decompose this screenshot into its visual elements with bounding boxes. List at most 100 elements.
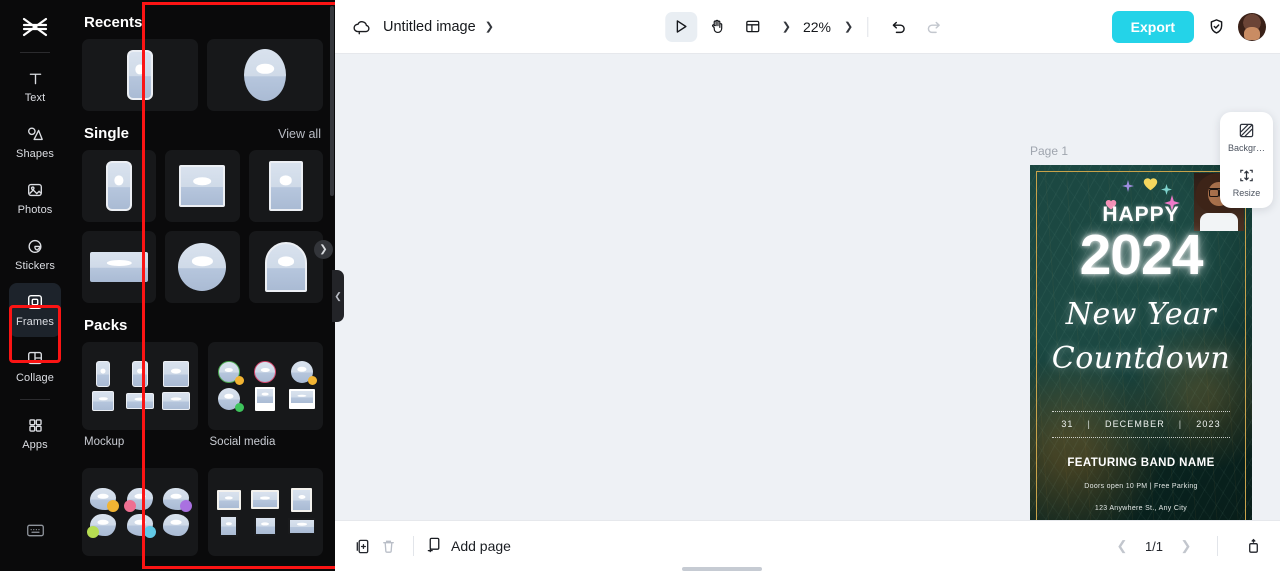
add-page-button[interactable]: Add page [426, 536, 511, 556]
sidebar-item-label: Stickers [15, 260, 55, 272]
sidebar-item-label: Shapes [16, 148, 54, 160]
frame-thumb-phone[interactable] [82, 39, 198, 111]
panel-scrollbar[interactable] [330, 6, 334, 196]
poster-date-month: DECEMBER [1104, 419, 1165, 429]
packs-grid: Mockup Social media [82, 342, 323, 556]
topbar-right: Export [1111, 10, 1266, 43]
page-navigation: ❮ 1/1 ❯ [1113, 533, 1266, 559]
zoom-chevron-down-icon[interactable]: ❯ [844, 20, 853, 33]
section-title: Single [84, 125, 130, 142]
pack-thumb-photo-frames[interactable] [207, 468, 323, 556]
frame-thumb-square[interactable] [165, 150, 240, 222]
pack-thumb-mockup[interactable] [82, 342, 198, 430]
sidebar-item-label: Frames [16, 316, 54, 328]
poster-address-text: 123 Anywhere St., Any City [1094, 505, 1188, 512]
single-section-header: Single View all [82, 111, 323, 150]
toolbar-divider [867, 16, 869, 37]
keyboard-icon [24, 519, 46, 541]
sidebar-item-frames[interactable]: Frames [9, 283, 61, 337]
frame-thumb-oval[interactable] [207, 39, 323, 111]
poster-date-day: 31 [1061, 419, 1074, 429]
sidebar-divider-bottom [20, 399, 50, 400]
bottombar-divider [413, 536, 414, 556]
collage-icon [24, 347, 46, 369]
chevron-right-icon[interactable]: ❯ [314, 240, 333, 259]
sidebar-item-label: Text [24, 92, 46, 104]
sidebar-item-label: Apps [22, 439, 48, 451]
sidebar-item-photos[interactable]: Photos [9, 171, 61, 225]
frame-thumb-tall[interactable] [248, 150, 323, 222]
avatar[interactable] [1238, 12, 1266, 41]
heart-yellow-icon [1143, 177, 1158, 196]
cloud-save-icon[interactable] [349, 14, 375, 40]
add-page-icon [426, 536, 443, 556]
page-label-row: Page 1 [1030, 142, 1252, 159]
collapse-panel-icon[interactable] [1240, 533, 1266, 559]
right-tool-panel: Backgr… Resize [1220, 112, 1273, 208]
sidebar-item-shapes[interactable]: Shapes [9, 115, 61, 169]
layout-tool-button[interactable] [737, 12, 769, 42]
stickers-icon [24, 235, 46, 257]
prev-page-button[interactable]: ❮ [1113, 538, 1131, 554]
shapes-icon [24, 123, 46, 145]
duplicate-icon[interactable] [349, 533, 375, 559]
apps-icon [24, 414, 46, 436]
pack-thumb-social-media[interactable] [207, 342, 323, 430]
frame-thumb-wide[interactable] [82, 231, 157, 303]
resize-icon [1238, 166, 1256, 184]
hand-tool-button[interactable] [701, 12, 733, 42]
sidebar-item-label: Photos [17, 204, 53, 216]
single-grid [82, 150, 323, 303]
next-page-button[interactable]: ❯ [1177, 538, 1195, 554]
main-area: Untitled image ❯ ❯ 22% ❯ Export Page 1 H… [335, 0, 1280, 571]
shield-check-icon[interactable] [1200, 12, 1232, 42]
sidebar-item-collage[interactable]: Collage [9, 339, 61, 393]
star-purple-icon [1122, 179, 1134, 197]
frame-thumb-circle[interactable] [165, 231, 240, 303]
page-indicator: 1/1 [1144, 538, 1164, 554]
sidebar-item-keyboard[interactable] [9, 503, 61, 557]
chevron-left-icon: ❮ [334, 290, 342, 301]
poster-band-text: FEATURING BAND NAME [1067, 457, 1215, 469]
trash-icon[interactable] [375, 533, 401, 559]
chevron-down-icon[interactable]: ❯ [485, 20, 494, 33]
top-toolbar: Untitled image ❯ ❯ 22% ❯ Export [335, 0, 1280, 54]
recents-grid [82, 39, 323, 111]
capcut-logo-icon[interactable] [15, 10, 55, 44]
document-title[interactable]: Untitled image [383, 19, 476, 35]
layout-chevron-down-icon[interactable]: ❯ [782, 20, 791, 33]
sidebar-item-apps[interactable]: Apps [9, 406, 61, 460]
section-title: Packs [84, 317, 128, 334]
poster-date-year: 2023 [1196, 419, 1221, 429]
export-button[interactable]: Export [1111, 10, 1194, 43]
poster-rule-top [1052, 411, 1230, 412]
poster-canvas[interactable]: HAPPY 2024 New Year Countdown 31 | DECEM… [1030, 165, 1252, 563]
redo-button[interactable] [918, 12, 950, 42]
packs-section-header: Packs [82, 303, 323, 342]
frame-thumb-arch[interactable] [248, 231, 323, 303]
horizontal-scrollbar[interactable] [682, 567, 762, 571]
select-tool-button[interactable] [664, 11, 697, 42]
poster-date-sep-2: | [1178, 419, 1183, 429]
poster-year-text: 2024 [1079, 223, 1204, 287]
resize-button[interactable]: Resize [1220, 166, 1273, 198]
sidebar-item-label: Collage [15, 372, 54, 384]
undo-button[interactable] [882, 12, 914, 42]
canvas-tools: ❯ 22% ❯ [664, 11, 950, 42]
left-sidebar: Text Shapes Photos Stickers Frames Colla… [0, 0, 70, 571]
sidebar-item-text[interactable]: Text [9, 59, 61, 113]
sidebar-divider-top [20, 52, 50, 53]
zoom-level[interactable]: 22% [803, 19, 831, 35]
sidebar-item-stickers[interactable]: Stickers [9, 227, 61, 281]
frame-thumb-phone[interactable] [82, 150, 157, 222]
resize-label: Resize [1232, 188, 1261, 198]
view-all-link[interactable]: View all [278, 127, 321, 141]
text-icon [24, 67, 46, 89]
poster-date-row: 31 | DECEMBER | 2023 [1030, 419, 1252, 429]
background-button[interactable]: Backgr… [1220, 121, 1273, 153]
poster-doors-text: Doors open 10 PM | Free Parking [1084, 483, 1198, 490]
panel-collapse-toggle[interactable]: ❮ [332, 270, 344, 322]
bottombar-divider-right [1217, 536, 1218, 556]
pack-thumb-blobs[interactable] [82, 468, 198, 556]
canvas-area[interactable]: Page 1 HAPPY 2024 New Year Countdown 31 … [335, 54, 1280, 563]
